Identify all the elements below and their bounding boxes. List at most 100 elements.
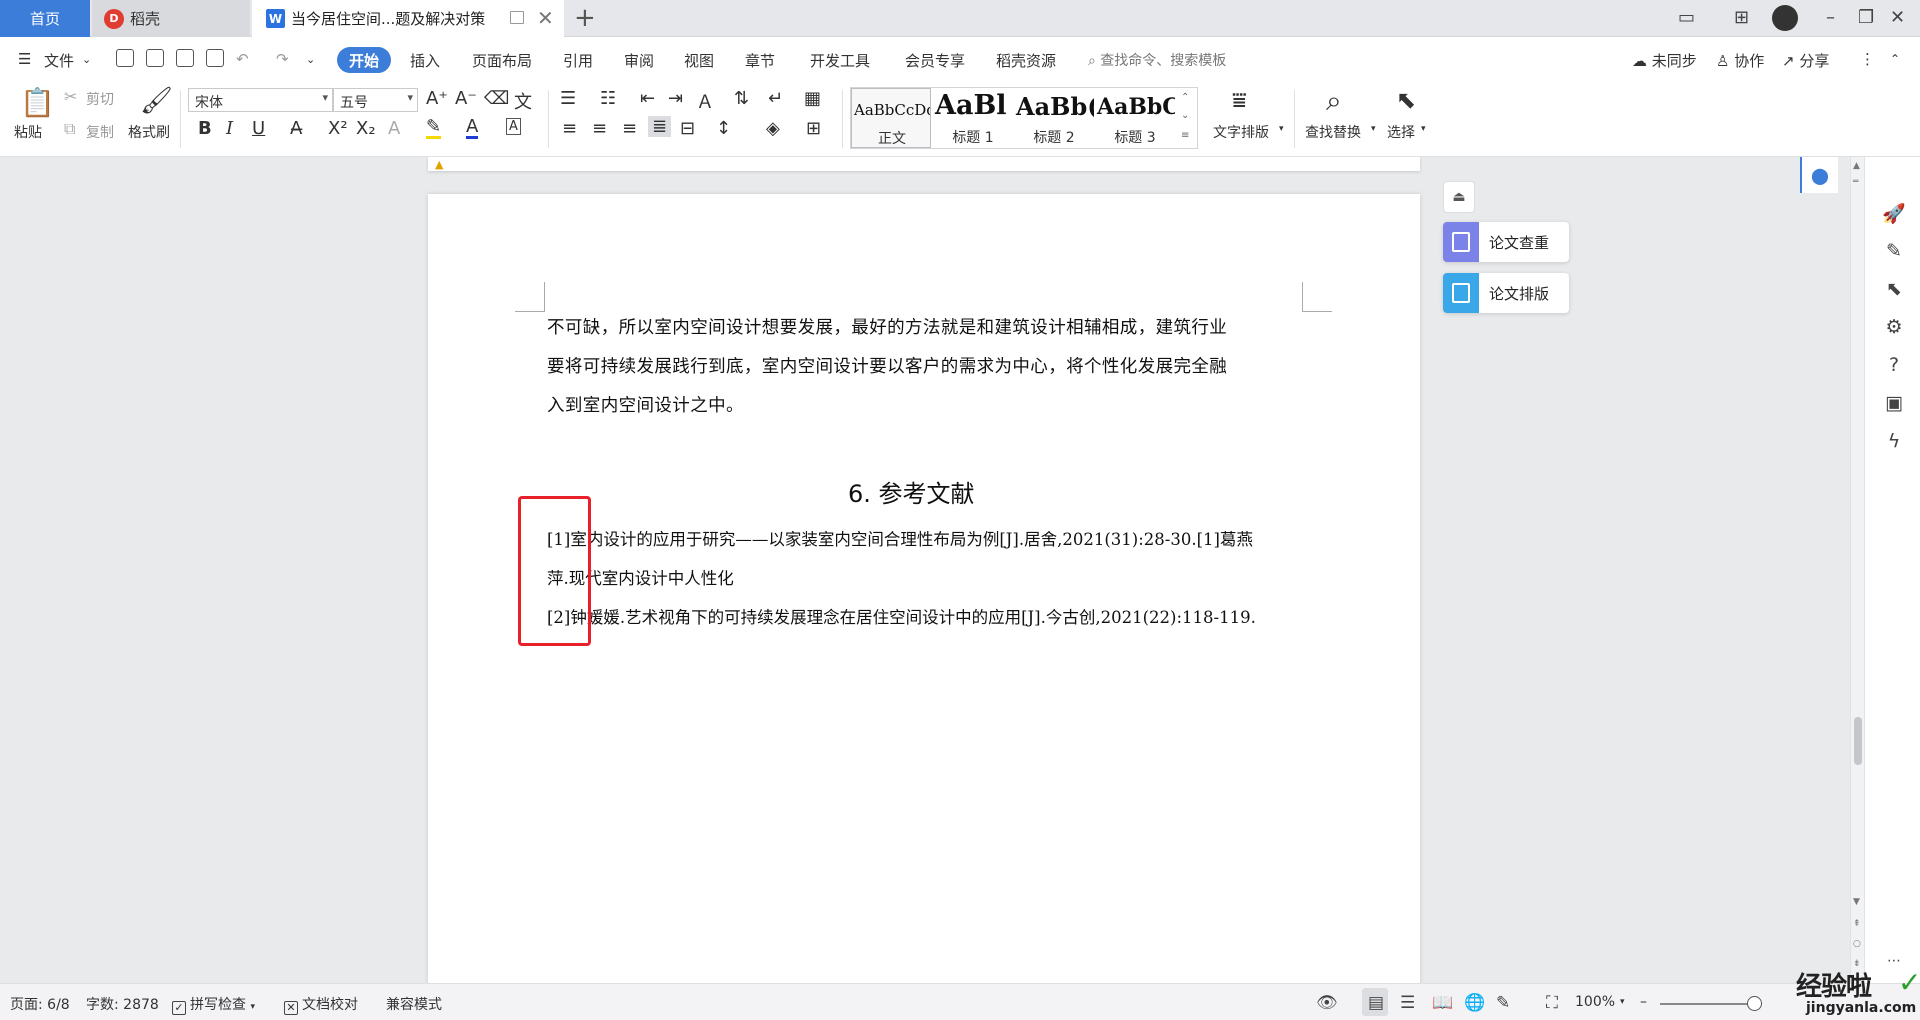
scroll-down-icon[interactable]: ▼ bbox=[1853, 897, 1860, 907]
gallery-down-icon[interactable]: ⌄ bbox=[1181, 110, 1189, 121]
font-color-icon[interactable]: A bbox=[466, 118, 479, 139]
style-normal[interactable]: AaBbCcDd 正文 bbox=[851, 88, 931, 148]
word-count[interactable]: 字数: 2878 bbox=[86, 994, 159, 1014]
clear-format-icon[interactable]: ⌫ bbox=[484, 88, 509, 109]
paper-layout-button[interactable]: 论文排版 bbox=[1443, 273, 1569, 313]
show-marks-icon[interactable]: ↵ bbox=[768, 88, 783, 109]
window-close-icon[interactable]: ✕ bbox=[1890, 7, 1905, 28]
grid-apps-icon[interactable]: ⊞ bbox=[1734, 7, 1749, 28]
find-replace-button[interactable]: 查找替换 bbox=[1305, 122, 1361, 142]
style-heading-2[interactable]: AaBb( 标题 2 bbox=[1014, 88, 1094, 148]
select-cursor-icon[interactable]: ⬉ bbox=[1396, 86, 1416, 114]
pinyin-guide-icon[interactable]: 文 bbox=[514, 88, 532, 114]
distribute-icon[interactable]: ⊟ bbox=[680, 118, 695, 139]
section-heading[interactable]: 6. 参考文献 bbox=[848, 474, 975, 509]
menu-view[interactable]: 视图 bbox=[684, 50, 714, 71]
underline-icon[interactable]: U bbox=[252, 118, 265, 139]
bold-icon[interactable]: B bbox=[198, 118, 212, 139]
restore-icon[interactable]: ❐ bbox=[1858, 7, 1874, 28]
paper-check-button[interactable]: 论文查重 bbox=[1443, 222, 1569, 262]
gallery-up-icon[interactable]: ⌃ bbox=[1181, 92, 1189, 103]
paste-icon[interactable]: 📋 bbox=[20, 86, 55, 119]
undo-icon[interactable]: ↶ bbox=[236, 50, 249, 68]
copy-button[interactable]: 复制 bbox=[86, 122, 114, 142]
close-tab-icon[interactable]: ✕ bbox=[537, 6, 554, 30]
scroll-split-icon[interactable]: ═ bbox=[1853, 177, 1858, 187]
quick-access-dropdown-icon[interactable]: ⌄ bbox=[306, 53, 315, 66]
table-tools-icon[interactable]: ▦ bbox=[804, 88, 821, 109]
redo-icon[interactable]: ↷ bbox=[276, 50, 289, 68]
align-left-icon[interactable]: ≡ bbox=[562, 118, 577, 139]
body-line-2[interactable]: 要将可持续发展践行到底，室内空间设计要以客户的需求为中心，将个性化发展完全融 bbox=[547, 353, 1302, 378]
grow-font-icon[interactable]: A⁺ bbox=[426, 88, 448, 109]
cut-icon[interactable]: ✂ bbox=[64, 87, 77, 106]
menu-file[interactable]: 文件 bbox=[44, 50, 74, 71]
save-icon[interactable] bbox=[116, 49, 134, 67]
menu-chapter[interactable]: 章节 bbox=[745, 50, 775, 71]
print-icon[interactable] bbox=[176, 49, 194, 67]
chinese-layout-icon[interactable]: Ａ bbox=[696, 88, 714, 114]
strikethrough-icon[interactable]: A̶ bbox=[290, 118, 302, 139]
sort-icon[interactable]: ⇅ bbox=[734, 88, 749, 109]
italic-icon[interactable]: I bbox=[226, 118, 233, 139]
text-effect-icon[interactable]: A bbox=[388, 118, 400, 139]
outline-view-icon[interactable]: ☰ bbox=[1400, 993, 1415, 1013]
pen-icon[interactable]: ✎ bbox=[1882, 239, 1906, 263]
zoom-level[interactable]: 100% bbox=[1575, 994, 1615, 1010]
paste-button[interactable]: 粘贴 bbox=[14, 122, 42, 142]
cut-button[interactable]: 剪切 bbox=[86, 89, 114, 109]
doc-proof-button[interactable]: ✕ 文档校对 bbox=[284, 994, 358, 1015]
document-canvas[interactable]: ▲ 不可缺，所以室内空间设计想要发展，最好的方法就是和建筑设计相辅相成，建筑行业… bbox=[0, 157, 1850, 983]
menu-page-layout[interactable]: 页面布局 bbox=[472, 50, 532, 71]
location-pin-icon[interactable]: ⬤ bbox=[1800, 157, 1838, 193]
more-menu-icon[interactable]: ⋮ bbox=[1860, 50, 1875, 68]
subscript-icon[interactable]: X₂ bbox=[356, 118, 376, 139]
format-painter-icon[interactable]: 🖌 bbox=[140, 86, 173, 116]
menu-references[interactable]: 引用 bbox=[563, 50, 593, 71]
numbered-list-icon[interactable]: ☷ bbox=[600, 88, 616, 109]
print-preview-icon[interactable] bbox=[206, 49, 224, 67]
superscript-icon[interactable]: X² bbox=[328, 118, 348, 139]
menu-start[interactable]: 开始 bbox=[337, 47, 391, 73]
chevron-down-icon[interactable]: ▾ bbox=[1620, 997, 1625, 1007]
cursor-icon[interactable]: ⬉ bbox=[1882, 277, 1906, 301]
reference-line-3[interactable]: [2]钟媛媛.艺术视角下的可持续发展理念在居住空间设计中的应用[J].今古创,2… bbox=[547, 604, 1256, 628]
page-indicator[interactable]: 页面: 6/8 bbox=[10, 994, 70, 1014]
collab-button[interactable]: ♙ 协作 bbox=[1716, 50, 1764, 71]
command-search[interactable]: ⌕ 查找命令、搜索模板 bbox=[1088, 50, 1226, 70]
increase-indent-icon[interactable]: ⇥ bbox=[668, 88, 683, 109]
chevron-down-icon[interactable]: ⌄ bbox=[82, 53, 91, 66]
text-layout-icon[interactable]: ⩸ bbox=[1232, 86, 1247, 114]
tab-document[interactable]: W 当今居住空间...题及解决对策 ✕ bbox=[252, 0, 564, 37]
scrollbar-thumb[interactable] bbox=[1854, 717, 1862, 765]
select-browse-icon[interactable]: ○ bbox=[1853, 939, 1861, 949]
line-spacing-icon[interactable]: ↕ bbox=[716, 118, 731, 139]
zoom-slider-knob[interactable] bbox=[1747, 996, 1762, 1011]
new-tab-icon[interactable]: + bbox=[574, 3, 596, 33]
shrink-font-icon[interactable]: A⁻ bbox=[455, 88, 477, 109]
eye-protection-icon[interactable]: 👁 bbox=[1316, 993, 1338, 1013]
copy-icon[interactable]: ⧉ bbox=[64, 119, 75, 139]
pin-icon[interactable] bbox=[510, 11, 524, 24]
export-pdf-icon[interactable] bbox=[146, 49, 164, 67]
align-right-icon[interactable]: ≡ bbox=[622, 118, 637, 139]
align-center-icon[interactable]: ≡ bbox=[592, 118, 607, 139]
tab-home[interactable]: 首页 bbox=[0, 0, 90, 37]
image-icon[interactable]: ▣ bbox=[1882, 391, 1906, 415]
sliders-icon[interactable]: ⚙ bbox=[1882, 315, 1906, 339]
hamburger-icon[interactable]: ☰ bbox=[18, 50, 31, 68]
style-heading-1[interactable]: AaBl 标题 1 bbox=[933, 88, 1013, 148]
text-layout-button[interactable]: 文字排版 bbox=[1213, 122, 1269, 142]
zoom-out-icon[interactable]: – bbox=[1640, 994, 1647, 1010]
scroll-top-icon[interactable]: ▲ bbox=[1853, 161, 1860, 171]
select-button[interactable]: 选择 bbox=[1387, 122, 1415, 142]
char-border-icon[interactable]: A bbox=[506, 118, 521, 135]
reference-line-1[interactable]: [1]室内设计的应用于研究——以家装室内空间合理性布局为例[J].居舍,2021… bbox=[547, 526, 1253, 550]
body-line-3[interactable]: 入到室内空间设计之中。 bbox=[547, 392, 1302, 417]
collapse-panel-button[interactable]: ⏏ bbox=[1443, 181, 1475, 213]
tab-daoke[interactable]: D 稻壳 bbox=[92, 0, 250, 37]
avatar[interactable] bbox=[1772, 5, 1798, 31]
shading-icon[interactable]: ◈ bbox=[766, 118, 780, 139]
unsynced-button[interactable]: ☁ 未同步 bbox=[1632, 50, 1697, 71]
body-line-1[interactable]: 不可缺，所以室内空间设计想要发展，最好的方法就是和建筑设计相辅相成，建筑行业 bbox=[547, 314, 1302, 339]
